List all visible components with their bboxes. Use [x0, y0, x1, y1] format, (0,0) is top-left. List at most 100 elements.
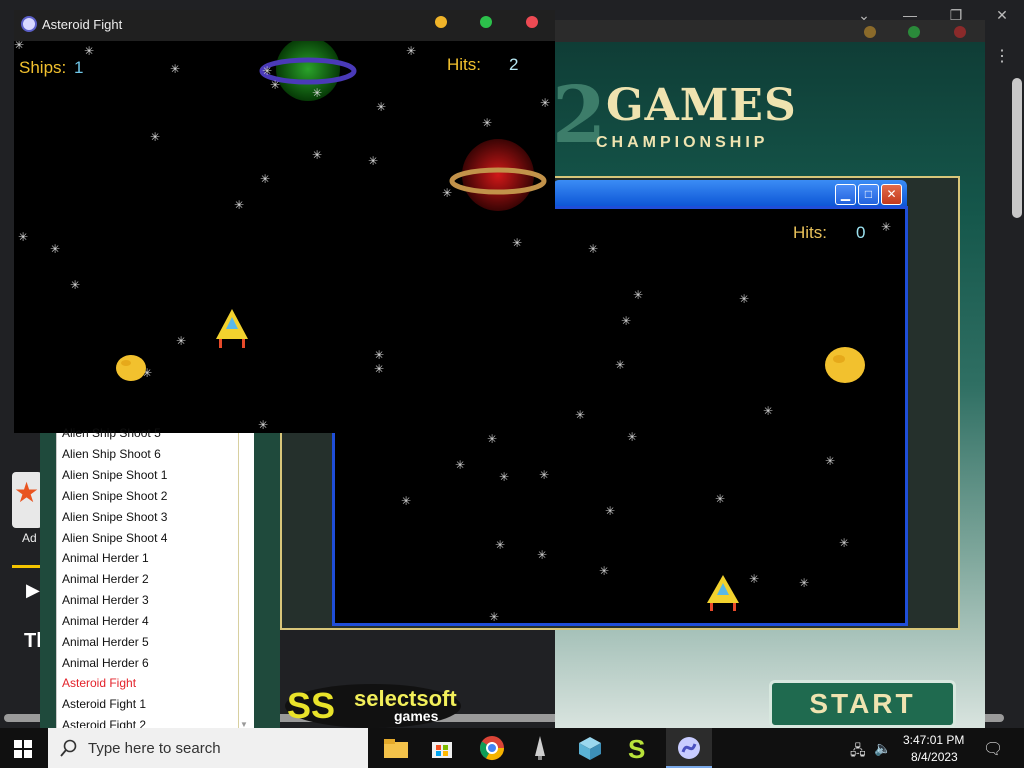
svg-text:✳: ✳ [442, 186, 452, 200]
chrome-icon[interactable] [478, 734, 506, 762]
svg-text:✳: ✳ [605, 504, 615, 518]
file-explorer-icon[interactable] [382, 734, 410, 762]
maximize-dot-icon[interactable] [908, 26, 920, 38]
svg-text:✳: ✳ [18, 230, 28, 244]
list-item[interactable]: Alien Snipe Shoot 3 [62, 510, 167, 524]
svg-text:✳: ✳ [499, 470, 509, 484]
inner-minimize-button[interactable]: ▁ [835, 184, 856, 205]
clock-date[interactable]: 8/4/2023 [911, 750, 958, 764]
svg-text:✳: ✳ [825, 454, 835, 468]
ships-value: 1 [74, 58, 84, 77]
asteroid-fight-taskbar-icon[interactable] [675, 734, 703, 762]
list-item[interactable]: Asteroid Fight 1 [62, 697, 146, 711]
svg-text:✳: ✳ [376, 100, 386, 114]
svg-text:✳: ✳ [455, 458, 465, 472]
svg-text:✳: ✳ [599, 564, 609, 578]
play-icon[interactable]: ▶ [26, 580, 40, 601]
asteroid-icon [116, 355, 146, 381]
list-item[interactable]: Animal Herder 6 [62, 656, 149, 670]
svg-text:✳: ✳ [312, 86, 322, 100]
list-item[interactable]: Animal Herder 3 [62, 593, 149, 607]
svg-text:✳: ✳ [495, 538, 505, 552]
svg-text:✳: ✳ [406, 44, 416, 58]
svg-text:✳: ✳ [260, 172, 270, 186]
inner-hits-value: 0 [856, 223, 866, 242]
svg-text:✳: ✳ [176, 334, 186, 348]
clock-time[interactable]: 3:47:01 PM [903, 733, 964, 747]
inner-player-ship-icon [707, 575, 739, 611]
start-button[interactable]: START [769, 680, 956, 728]
svg-text:✳: ✳ [539, 468, 549, 482]
maximize-dot-icon[interactable] [480, 16, 492, 28]
publisher-sub: games [394, 708, 439, 724]
rocket-icon[interactable] [526, 734, 554, 762]
list-item[interactable]: Alien Snipe Shoot 2 [62, 489, 167, 503]
svg-text:✳: ✳ [312, 148, 322, 162]
list-item[interactable]: Alien Ship Shoot 5 [62, 426, 161, 440]
close-dot-icon[interactable] [526, 16, 538, 28]
svg-text:✳: ✳ [588, 242, 598, 256]
list-item[interactable]: Animal Herder 1 [62, 551, 149, 565]
minimize-dot-icon[interactable] [435, 16, 447, 28]
svg-text:✳: ✳ [234, 198, 244, 212]
svg-text:✳: ✳ [482, 116, 492, 130]
svg-text:✳: ✳ [84, 44, 94, 58]
list-item[interactable]: Animal Herder 4 [62, 614, 149, 628]
svg-text:✳: ✳ [50, 242, 60, 256]
svg-text:✳: ✳ [374, 348, 384, 362]
svg-text:✳: ✳ [839, 536, 849, 550]
list-item[interactable]: Animal Herder 5 [62, 635, 149, 649]
svg-text:✳: ✳ [368, 154, 378, 168]
svg-text:✳: ✳ [615, 358, 625, 372]
browser-menu-icon[interactable]: ⋮ [994, 46, 1010, 66]
green-planet-icon [259, 41, 357, 101]
red-planet-icon [449, 139, 547, 211]
inner-close-button[interactable]: ✕ [881, 184, 902, 205]
cube-icon[interactable] [576, 734, 604, 762]
starfield: ✳✳ ✳ ✳✳✳ ✳✳✳ ✳✳ ✳ ✳✳✳ ✳✳✳ ✳✳✳ ✳✳✳ ✳ [14, 41, 550, 432]
svg-text:✳: ✳ [540, 96, 550, 110]
svg-text:✳: ✳ [881, 220, 891, 234]
list-item-selected[interactable]: Asteroid Fight [62, 676, 136, 690]
search-icon [60, 739, 77, 757]
svg-text:✳: ✳ [14, 41, 24, 52]
svg-text:✳: ✳ [262, 64, 272, 78]
close-dot-icon[interactable] [954, 26, 966, 38]
svg-text:✳: ✳ [715, 492, 725, 506]
hits-label: Hits: [447, 55, 481, 74]
browser-close-icon[interactable]: ✕ [990, 6, 1014, 24]
asteroid-game-field[interactable]: ✳ ✳ ✳ ✳ ✳ ✳ ✳ ✳ ✳ ✳ ✳ ✳ ✳ ✳ ✳ ✳ ✳ ✳ ✳ ✳ ✳ ✳ ✳ ✳ ✳ [14, 41, 555, 433]
championship-titlebar [555, 20, 985, 44]
svg-text:✳: ✳ [763, 404, 773, 418]
ships-label: Ships: [19, 58, 67, 77]
inner-hits-label: Hits: [793, 223, 827, 242]
svg-text:✳: ✳ [258, 418, 268, 432]
notification-icon[interactable]: 🗨 [983, 739, 1003, 759]
side-ad-label: Ad [22, 531, 37, 545]
svg-text:✳: ✳ [487, 432, 497, 446]
search-placeholder: Type here to search [88, 740, 221, 757]
volume-muted-icon[interactable]: 🔈 [874, 740, 891, 757]
svg-text:✳: ✳ [489, 610, 499, 623]
browser-scrollbar[interactable] [1012, 78, 1022, 218]
svg-text:✳: ✳ [799, 576, 809, 590]
scroll-down-arrow-icon[interactable]: ▼ [240, 720, 252, 729]
svg-text:S: S [628, 734, 645, 762]
list-item[interactable]: Alien Snipe Shoot 4 [62, 531, 167, 545]
hits-value: 2 [509, 55, 519, 74]
svg-text:✳: ✳ [575, 408, 585, 422]
minimize-dot-icon[interactable] [864, 26, 876, 38]
selectsoft-icon[interactable]: S [624, 734, 652, 762]
network-icon[interactable]: 🖧 [850, 740, 866, 764]
windows-start-icon[interactable] [14, 740, 32, 758]
list-item[interactable]: Alien Snipe Shoot 1 [62, 468, 167, 482]
store-icon[interactable] [428, 734, 456, 762]
list-item[interactable]: Alien Ship Shoot 6 [62, 447, 161, 461]
list-item[interactable]: Animal Herder 2 [62, 572, 149, 586]
inner-maximize-button[interactable]: □ [858, 184, 879, 205]
star-icon: ★ [14, 477, 40, 508]
svg-text:✳: ✳ [270, 78, 280, 92]
list-scrollbar[interactable] [238, 433, 254, 728]
app-icon [21, 16, 37, 32]
svg-text:✳: ✳ [150, 130, 160, 144]
